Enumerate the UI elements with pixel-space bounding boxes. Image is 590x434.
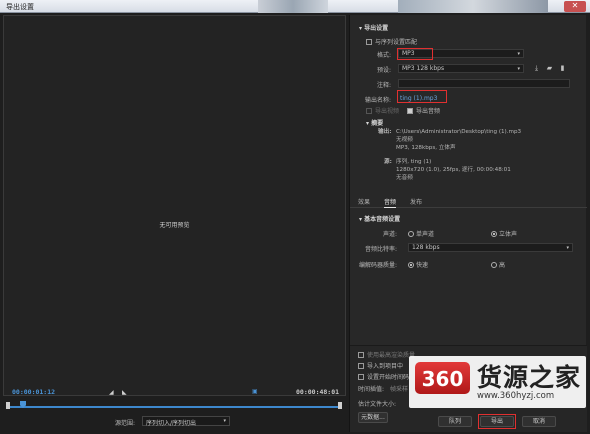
output-name-label: 输出名称: [364,97,391,104]
codec-quality-label: 编解码器质量: [358,262,397,269]
summary-output-label: 输出: [378,129,392,135]
format-label: 格式: [376,52,391,59]
window-title: 导出设置 [6,3,34,11]
save-preset-icon[interactable]: ⤓ [532,64,541,72]
no-preview-text: 无可用预览 [159,222,190,229]
import-preset-icon[interactable]: ▰ [545,64,554,72]
chevron-down-icon: ▾ [517,51,520,57]
summary-source-label: 源: [384,159,392,165]
summary-source-line2: 1280x720 (1.0), 25fps, 逐行, 00:00:48:01 [396,167,511,173]
settings-tabs: 效果 音频 发布 [350,195,587,208]
time-interp-value[interactable]: 帧采样 [390,386,408,393]
desktop-background-strip [398,0,548,13]
summary-header[interactable]: ▾ 摘要 [366,118,590,127]
out-point-handle[interactable] [338,402,342,409]
channel-stereo-radio[interactable] [491,231,497,237]
mark-in-icon[interactable]: ◢ [109,389,114,396]
output-name-highlight [397,90,447,103]
cancel-button[interactable]: 取消 [522,416,556,427]
comment-label: 注释: [376,82,391,89]
export-settings-header[interactable]: ▾ 导出设置 [359,23,590,32]
tab-publish[interactable]: 发布 [410,197,422,206]
preset-select[interactable]: MP3 128 kbps ▾ [398,64,524,73]
export-video-label: 导出视频 [375,108,400,115]
format-highlight [397,48,433,60]
export-audio-row[interactable]: 导出音频 [407,106,440,115]
match-sequence-checkbox[interactable] [366,39,372,45]
export-video-row[interactable]: 导出视频 [366,106,590,115]
chevron-down-icon: ▾ [223,418,226,424]
comment-field[interactable] [398,79,570,88]
max-render-checkbox[interactable] [358,352,364,358]
preset-value: MP3 128 kbps [402,65,445,72]
channel-stereo-option[interactable]: 立体声 [491,229,517,238]
basic-audio-header[interactable]: ▾ 基本音频设置 [359,214,590,223]
quality-fast-radio[interactable] [408,262,414,268]
timecode-in[interactable]: 00:00:01:12 [12,388,55,396]
delete-preset-icon[interactable]: ▮ [558,64,567,72]
fit-icon[interactable]: ▣ [252,388,258,395]
channel-mono-option[interactable]: 单声道 [408,229,434,238]
channel-mono-radio[interactable] [408,231,414,237]
chevron-down-icon: ▾ [566,245,569,251]
bitrate-label: 音频比特率: [364,246,397,253]
quality-high-radio[interactable] [491,262,497,268]
quality-fast-option[interactable]: 快速 [408,260,428,269]
site-watermark: 360 货源之家 www.360hyzj.com [409,356,586,408]
bitrate-select[interactable]: 128 kbps ▾ [408,243,573,252]
set-start-timecode-checkbox[interactable] [358,374,364,380]
timeline-rail [6,406,342,408]
export-video-checkbox[interactable] [366,108,372,114]
brand-url: www.360hyzj.com [477,391,555,401]
brand-360-logo: 360 [415,362,470,394]
match-sequence-row[interactable]: 与序列设置匹配 [366,37,590,46]
source-range-select[interactable]: 序列切入/序列切出 ▾ [142,416,230,427]
tab-audio[interactable]: 音频 [384,197,397,208]
queue-button[interactable]: 队列 [438,416,472,427]
source-range-label: 源范围: [115,420,136,427]
import-project-checkbox[interactable] [358,363,364,369]
logo-text: 360 [422,367,464,391]
export-audio-label: 导出音频 [416,108,441,115]
close-button[interactable]: ✕ [564,1,586,12]
export-button-highlight [478,414,516,429]
summary-output-path: C:\Users\Administrator\Desktop\ting (1).… [396,129,522,135]
source-range-row: 源范围: 序列切入/序列切出 ▾ [115,416,230,427]
export-audio-checkbox[interactable] [407,108,413,114]
timeline-track[interactable] [6,401,342,410]
match-sequence-label: 与序列设置匹配 [375,39,418,46]
mark-out-icon[interactable]: ◣ [122,389,127,396]
preview-monitor: 无可用预览 [3,15,346,396]
quality-high-option[interactable]: 高 [491,260,505,269]
in-point-handle[interactable] [6,402,10,409]
desktop-background-strip [258,0,328,13]
brand-name: 货源之家 [477,363,582,392]
summary-output-line2: 无视频 [396,137,413,143]
chevron-down-icon: ▾ [517,66,520,72]
source-range-value: 序列切入/序列切出 [146,420,197,427]
window-titlebar: 导出设置 ✕ [0,0,590,13]
metadata-button[interactable]: 元数据... [358,412,388,423]
preset-label: 预设: [376,67,391,74]
tab-effects[interactable]: 效果 [358,197,370,206]
summary-source-line3: 无音频 [396,175,413,181]
timecode-out[interactable]: 00:00:48:01 [296,388,339,396]
summary-source-line1: 序列, ting (1) [396,159,432,165]
bitrate-value: 128 kbps [412,244,440,251]
channels-label: 声道: [382,231,397,238]
summary-output-line3: MP3, 128kbps, 立体声 [396,145,456,151]
